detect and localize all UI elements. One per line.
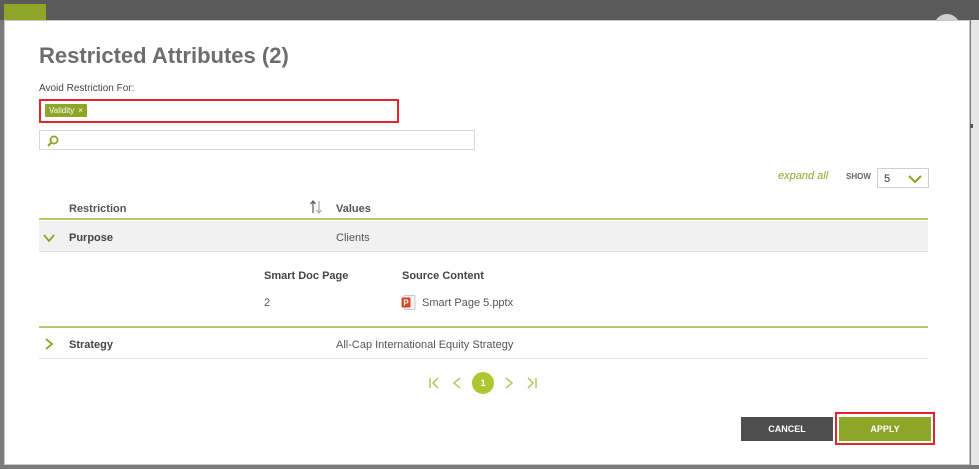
cancel-button[interactable]: CANCEL [741,417,833,441]
detail-page-number: 2 [264,297,271,309]
source-content-link[interactable]: Smart Page 5.pptx [422,297,513,309]
show-count-select[interactable]: 5 [877,168,929,188]
header-divider [39,218,928,220]
detail-header-source: Source Content [402,270,484,282]
detail-header-page: Smart Doc Page [264,270,349,282]
row-divider [39,251,928,252]
background-app-header [0,0,979,20]
expand-all-link[interactable]: expand all [778,170,828,182]
restricted-attributes-dialog: Restricted Attributes (2) Avoid Restrict… [4,20,970,465]
show-count-value: 5 [884,173,891,185]
chevron-down-icon[interactable] [43,232,55,244]
background-logo [4,4,46,20]
dialog-title: Restricted Attributes (2) [39,43,289,68]
page-scrollbar[interactable] [971,20,979,465]
table-row[interactable] [39,221,928,251]
row-value-purpose: Clients [336,232,370,244]
search-icon [47,135,59,147]
chevron-right-icon[interactable] [43,338,55,350]
current-page-button[interactable]: 1 [472,372,494,394]
search-input[interactable] [39,130,475,150]
row-restriction-purpose: Purpose [69,232,114,244]
row-divider [39,326,928,328]
previous-page-icon[interactable] [450,376,464,390]
sort-icon[interactable] [309,199,323,215]
column-header-restriction[interactable]: Restriction [69,203,126,215]
column-header-values: Values [336,203,371,215]
avoid-restriction-tag-input[interactable]: Validity × [39,99,399,123]
next-page-icon[interactable] [502,376,516,390]
first-page-icon[interactable] [428,376,442,390]
row-restriction-strategy: Strategy [69,339,114,351]
apply-button[interactable]: APPLY [839,417,931,441]
avoid-restriction-label: Avoid Restriction For: [39,83,135,94]
chevron-down-icon [908,175,922,184]
row-value-strategy: All-Cap International Equity Strategy [336,339,514,351]
last-page-icon[interactable] [524,376,538,390]
svg-text:P: P [403,299,409,308]
show-label: SHOW [846,172,871,181]
tag-validity: Validity × [45,104,87,117]
powerpoint-file-icon: P [401,295,416,310]
tag-label: Validity [49,106,75,115]
row-divider [39,358,928,359]
tag-remove-icon[interactable]: × [78,106,83,115]
